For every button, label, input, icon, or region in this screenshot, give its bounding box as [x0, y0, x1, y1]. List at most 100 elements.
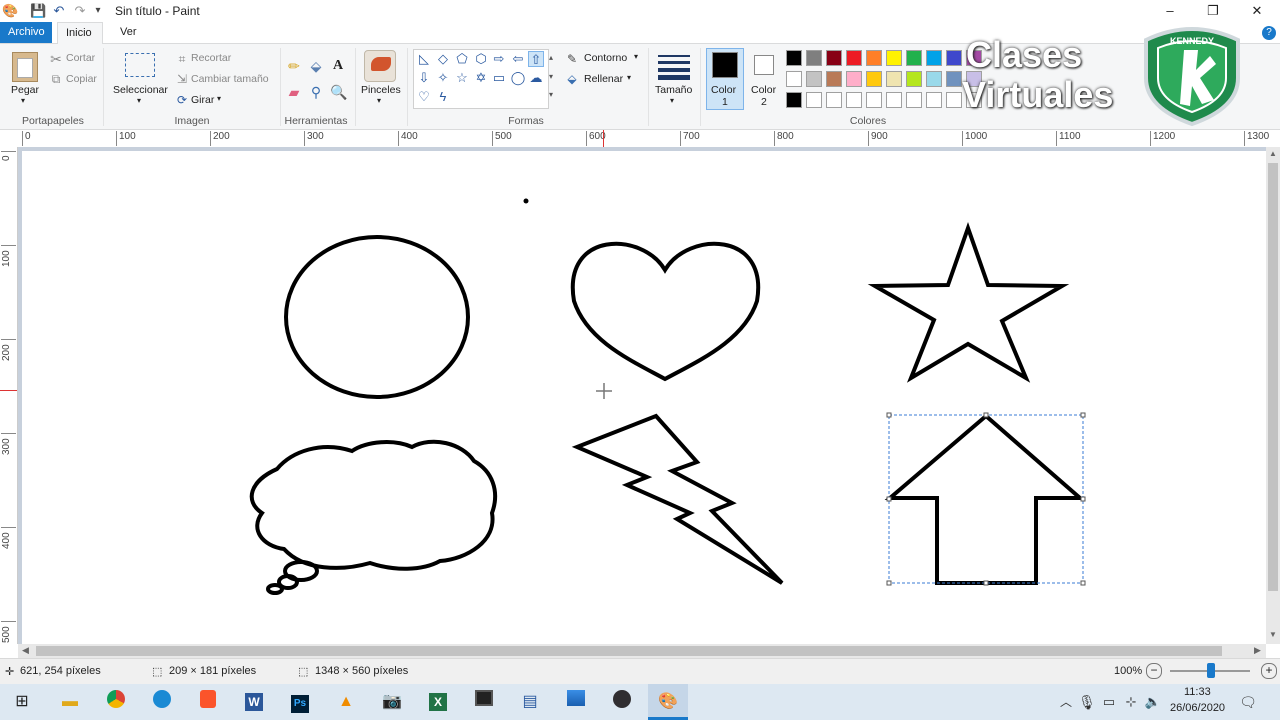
- network-icon[interactable]: ⊹: [1119, 690, 1143, 714]
- shapes-scroll-up-icon[interactable]: ▴: [549, 53, 553, 62]
- palette-swatch[interactable]: [806, 92, 822, 108]
- select-button[interactable]: Seleccionar: [113, 84, 168, 96]
- app-window-icon[interactable]: [472, 690, 496, 714]
- shape-right-arrow-icon[interactable]: ⇨: [491, 51, 507, 67]
- palette-swatch[interactable]: [886, 50, 902, 66]
- shapes-expand-icon[interactable]: ▾: [549, 90, 553, 99]
- word-icon[interactable]: W: [242, 690, 266, 714]
- palette-swatch[interactable]: [926, 92, 942, 108]
- outline-dropdown-icon[interactable]: ▾: [634, 52, 638, 61]
- clock-date[interactable]: 26/06/2020: [1170, 702, 1225, 714]
- quick-access-dropdown-icon[interactable]: ▾: [90, 3, 106, 19]
- rotate-button[interactable]: Girar: [191, 94, 214, 106]
- size-button[interactable]: Tamaño: [655, 84, 692, 96]
- crop-button[interactable]: Recortar: [191, 52, 231, 64]
- palette-swatch[interactable]: [866, 71, 882, 87]
- outline-button[interactable]: Contorno: [584, 52, 627, 64]
- shapes-scroll-down-icon[interactable]: ▾: [549, 72, 553, 81]
- select-icon[interactable]: [125, 53, 155, 77]
- drawing-canvas[interactable]: [22, 151, 1266, 644]
- palette-swatch[interactable]: [846, 92, 862, 108]
- undo-icon[interactable]: ↶: [51, 3, 67, 19]
- horizontal-scrollbar[interactable]: ◀ ▶: [18, 644, 1266, 658]
- palette-swatch[interactable]: [946, 92, 962, 108]
- palette-swatch[interactable]: [886, 92, 902, 108]
- tab-archivo[interactable]: Archivo: [0, 22, 52, 43]
- shape-right-triangle-icon[interactable]: ◺: [416, 51, 432, 67]
- brushes-button[interactable]: Pinceles: [361, 84, 401, 96]
- palette-swatch[interactable]: [926, 71, 942, 87]
- brushes-icon[interactable]: [364, 50, 396, 82]
- photos-icon[interactable]: [564, 690, 588, 714]
- excel-icon[interactable]: X: [426, 690, 450, 714]
- obs-icon[interactable]: [610, 690, 634, 714]
- palette-swatch[interactable]: [906, 92, 922, 108]
- shape-heart-icon[interactable]: ♡: [416, 89, 432, 105]
- shape-four-point-star-icon[interactable]: ✧: [435, 70, 451, 86]
- shape-cloud-callout-icon[interactable]: ☁: [528, 70, 544, 86]
- paste-button[interactable]: Pegar: [11, 84, 39, 96]
- save-icon[interactable]: 💾: [30, 3, 46, 19]
- camera-icon[interactable]: 📷: [380, 690, 404, 714]
- palette-swatch[interactable]: [906, 50, 922, 66]
- network-app-icon[interactable]: ▤: [518, 690, 542, 714]
- shape-six-point-star-icon[interactable]: ✡: [473, 70, 489, 86]
- clock-time[interactable]: 11:33: [1184, 686, 1211, 698]
- palette-swatch[interactable]: [866, 50, 882, 66]
- tab-inicio[interactable]: Inicio: [57, 22, 103, 44]
- resize-button[interactable]: Cambiar tamaño: [191, 73, 269, 85]
- close-button[interactable]: ✕: [1234, 0, 1280, 22]
- eraser-icon[interactable]: ▰: [286, 84, 302, 100]
- zoom-in-button[interactable]: +: [1261, 663, 1277, 679]
- select-dropdown-icon[interactable]: ▾: [137, 96, 141, 105]
- shape-up-arrow-icon[interactable]: ⇧: [528, 51, 544, 67]
- shape-diamond-icon[interactable]: ◇: [435, 51, 451, 67]
- paste-dropdown-icon[interactable]: ▾: [21, 96, 25, 105]
- palette-swatch[interactable]: [826, 92, 842, 108]
- shape-hexagon-icon[interactable]: ⬡: [473, 51, 489, 67]
- text-icon[interactable]: A: [330, 58, 346, 74]
- palette-swatch[interactable]: [786, 92, 802, 108]
- palette-swatch[interactable]: [846, 71, 862, 87]
- palette-swatch[interactable]: [846, 50, 862, 66]
- zoom-slider-thumb[interactable]: [1207, 663, 1215, 678]
- tab-ver[interactable]: Ver: [112, 22, 148, 43]
- fill-button[interactable]: Rellenar: [584, 73, 623, 85]
- magnifier-icon[interactable]: 🔍: [330, 84, 347, 100]
- shape-left-arrow-icon[interactable]: ⇦: [510, 51, 526, 67]
- rotate-dropdown-icon[interactable]: ▾: [217, 94, 221, 103]
- size-dropdown-icon[interactable]: ▾: [670, 96, 674, 105]
- vlc-icon[interactable]: ▲: [334, 690, 358, 714]
- color2-swatch[interactable]: [754, 55, 774, 75]
- chrome-icon[interactable]: [104, 690, 128, 714]
- palette-swatch[interactable]: [786, 50, 802, 66]
- notifications-icon[interactable]: 🗨: [1236, 690, 1260, 714]
- palette-swatch[interactable]: [806, 71, 822, 87]
- microphone-icon[interactable]: 🎙: [1075, 690, 1099, 714]
- paint-taskbar-icon[interactable]: 🎨: [656, 690, 680, 714]
- shape-down-arrow-icon[interactable]: ⇩: [416, 70, 432, 86]
- pencil-icon[interactable]: ✏: [286, 58, 302, 74]
- cut-button[interactable]: Cortar: [66, 52, 95, 64]
- color2-label[interactable]: Color: [751, 84, 776, 96]
- palette-swatch[interactable]: [786, 71, 802, 87]
- redo-icon[interactable]: ↷: [72, 3, 88, 19]
- brave-icon[interactable]: [196, 690, 220, 714]
- palette-swatch[interactable]: [826, 50, 842, 66]
- shape-rect-callout-icon[interactable]: ▭: [491, 70, 507, 86]
- volume-icon[interactable]: 🔈: [1141, 690, 1165, 714]
- palette-swatch[interactable]: [826, 71, 842, 87]
- fill-icon[interactable]: ⬙: [308, 58, 324, 74]
- copy-button[interactable]: Copiar: [66, 73, 97, 85]
- edge-icon[interactable]: [150, 690, 174, 714]
- palette-swatch[interactable]: [926, 50, 942, 66]
- fill-dropdown-icon[interactable]: ▾: [627, 73, 631, 82]
- shape-pentagon-icon[interactable]: ⬠: [454, 51, 470, 67]
- start-windows-icon[interactable]: ⊞: [10, 690, 34, 714]
- brushes-dropdown-icon[interactable]: ▾: [377, 96, 381, 105]
- palette-swatch[interactable]: [946, 71, 962, 87]
- palette-swatch[interactable]: [806, 50, 822, 66]
- color-picker-icon[interactable]: ⚲: [308, 84, 324, 100]
- paste-icon[interactable]: [12, 52, 38, 82]
- zoom-out-button[interactable]: −: [1146, 663, 1162, 679]
